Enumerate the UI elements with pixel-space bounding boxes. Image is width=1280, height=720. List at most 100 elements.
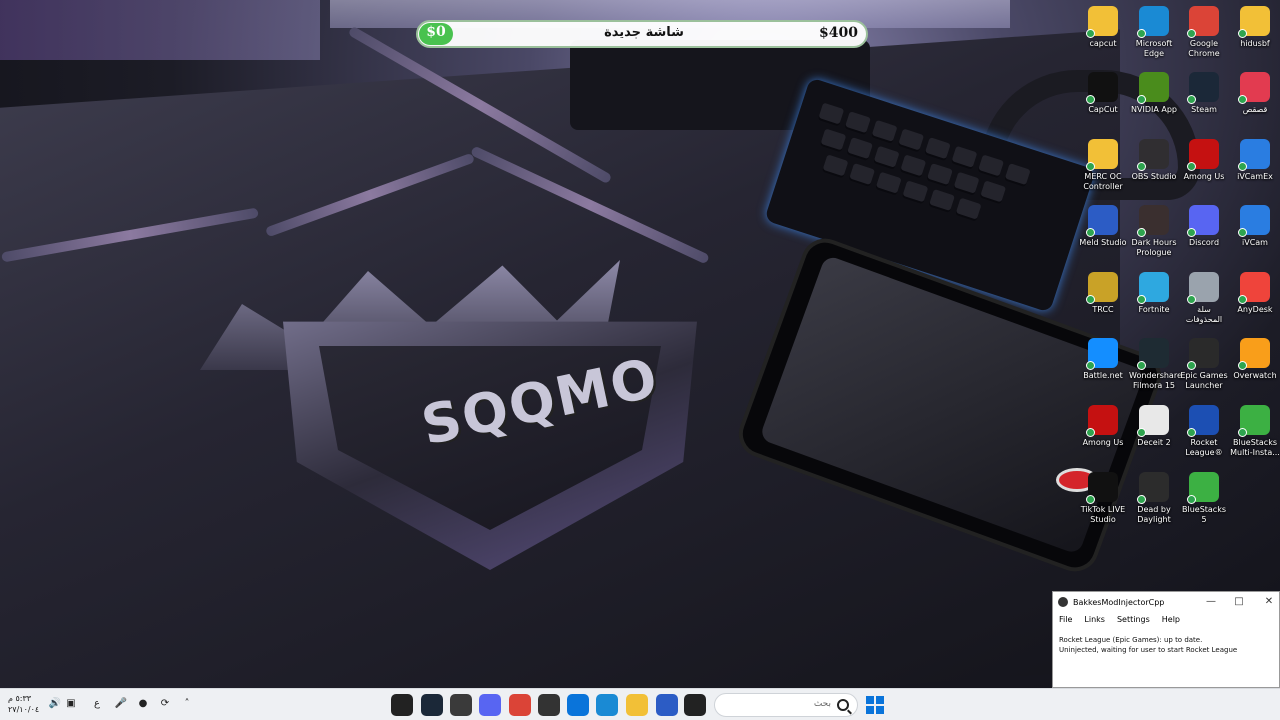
desktop-icon-dead-by-daylight[interactable]: Dead by Daylight — [1129, 466, 1179, 525]
taskbar-meld-icon[interactable] — [656, 694, 678, 716]
desktop-icon-capcut[interactable]: CapCut — [1078, 66, 1128, 115]
close-button[interactable]: ✕ — [1261, 595, 1277, 609]
sync-check-icon — [1137, 162, 1146, 171]
desktop-icon-among-us[interactable]: Among Us — [1078, 399, 1128, 448]
desktop-icon-tiktok[interactable]: TikTok LIVE Studio — [1078, 466, 1128, 525]
desktop-icon-label: CapCut — [1088, 105, 1118, 114]
desktop-icon-label: BlueStacks 5 — [1181, 505, 1227, 524]
discord-icon — [1187, 205, 1219, 237]
desktop-icon-dark-hours[interactable]: Dark Hours Prologue — [1129, 199, 1179, 258]
sync-check-icon — [1137, 428, 1146, 437]
desktop-icon-label: Dead by Daylight — [1137, 505, 1171, 524]
edge-icon — [1137, 6, 1169, 38]
desktop-icon-discord[interactable]: Discord — [1179, 199, 1229, 248]
taskbar-window-icon[interactable] — [684, 694, 706, 716]
taskbar-app-icon[interactable] — [450, 694, 472, 716]
recycle-bin-icon — [1187, 272, 1219, 304]
taskbar-search[interactable]: بحث — [714, 693, 858, 717]
desktop-icon-label: Google Chrome — [1188, 39, 1220, 58]
desktop-icon-fortnite[interactable]: Fortnite — [1129, 266, 1179, 315]
desktop-icon-steam[interactable]: Steam — [1179, 66, 1229, 115]
desktop-icon-epic-games[interactable]: Epic Games Launcher — [1179, 332, 1229, 391]
among-us-icon — [1086, 405, 1118, 437]
desktop-icon-bluestacks[interactable]: BlueStacks 5 — [1179, 466, 1229, 525]
volume-icon[interactable]: 🔊 — [48, 697, 62, 711]
obs-icon — [1137, 139, 1169, 171]
overwatch-icon — [1238, 338, 1270, 370]
microphone-icon[interactable]: 🎤 — [114, 697, 128, 711]
desktop-icon-label: TikTok LIVE Studio — [1080, 505, 1126, 524]
bluestacks-icon — [1187, 472, 1219, 504]
desktop-icon-recycle-bin[interactable]: سلة المحذوفات — [1179, 266, 1229, 325]
desktop-icon-label: BlueStacks Multi-Insta... — [1230, 438, 1280, 457]
start-button[interactable] — [866, 696, 884, 714]
desktop-icon-label: Dark Hours Prologue — [1131, 238, 1177, 257]
taskbar-chrome-icon[interactable] — [509, 694, 531, 716]
desktop-icon-among-us[interactable]: Among Us — [1179, 133, 1229, 182]
dead-by-daylight-icon — [1137, 472, 1169, 504]
desktop-icon-meld[interactable]: Meld Studio — [1078, 199, 1128, 248]
desktop-icon-obs[interactable]: OBS Studio — [1129, 133, 1179, 182]
wallpaper-monitor-left — [0, 0, 320, 60]
recording-title: شاشة جديدة — [604, 25, 684, 40]
desktop-icon-label: Deceit 2 — [1137, 438, 1171, 447]
chevron-up-icon[interactable]: ˄ — [180, 697, 194, 711]
window-body: Rocket League (Epic Games): up to date. … — [1053, 627, 1279, 663]
status-line-1: Rocket League (Epic Games): up to date. — [1059, 636, 1203, 644]
recording-bar[interactable]: $0 شاشة جديدة $400 — [416, 20, 868, 48]
bakkesmod-app-icon — [1058, 597, 1068, 607]
deceit-icon — [1137, 405, 1169, 437]
taskbar-discord-icon[interactable] — [479, 694, 501, 716]
menu-help[interactable]: Help — [1162, 615, 1180, 624]
anydesk-icon — [1238, 272, 1270, 304]
bakkesmod-window[interactable]: BakkesModInjectorCpp — □ ✕ File Links Se… — [1052, 591, 1280, 688]
app-icon — [1238, 72, 1270, 104]
taskbar-cube-icon[interactable] — [538, 694, 560, 716]
desktop-icon-deceit[interactable]: Deceit 2 — [1129, 399, 1179, 448]
sync-check-icon — [1137, 228, 1146, 237]
desktop-icon-label: قصقص — [1242, 105, 1268, 114]
battlenet-icon — [1086, 338, 1118, 370]
desktop-icon-label: MERC OC Controller — [1083, 172, 1123, 191]
desktop-icon-overwatch[interactable]: Overwatch — [1230, 332, 1280, 381]
desktop-icon-filmora[interactable]: Wondershare Filmora 15 — [1129, 332, 1182, 391]
sync-check-icon — [1187, 95, 1196, 104]
maximize-button[interactable]: □ — [1231, 595, 1247, 609]
desktop-icon-folder[interactable]: capcut — [1078, 0, 1128, 49]
menu-settings[interactable]: Settings — [1117, 615, 1150, 624]
minimize-button[interactable]: — — [1203, 595, 1219, 609]
desktop-icon-app[interactable]: قصقص — [1230, 66, 1280, 115]
desktop-icons: capcut Microsoft Edge Google Chrome hidusbf… — [1078, 0, 1280, 600]
taskbar-edge-icon[interactable] — [596, 694, 618, 716]
chrome-icon — [1187, 6, 1219, 38]
desktop-icon-battlenet[interactable]: Battle.net — [1078, 332, 1128, 381]
network-icon[interactable]: ▣ — [64, 697, 78, 711]
desktop-icon-folder[interactable]: hidusbf — [1230, 0, 1280, 49]
desktop-icon-nvidia[interactable]: NVIDIA App — [1129, 66, 1179, 115]
desktop-icon-anydesk[interactable]: AnyDesk — [1230, 266, 1280, 315]
steam-icon — [1187, 72, 1219, 104]
desktop-icon-folder[interactable]: MERC OC Controller — [1078, 133, 1128, 192]
tray-app-icon[interactable]: ● — [136, 697, 150, 711]
tiktok-icon — [1086, 472, 1118, 504]
desktop-icon-ivcam[interactable]: iVCamEx — [1230, 133, 1280, 182]
tray-sync-icon[interactable]: ⟳ — [158, 697, 172, 711]
sync-check-icon — [1238, 228, 1247, 237]
menu-links[interactable]: Links — [1084, 615, 1105, 624]
desktop-icon-rocket-league[interactable]: Rocket League® — [1179, 399, 1229, 458]
desktop-icon-trcc[interactable]: TRCC — [1078, 266, 1128, 315]
desktop-icon-edge[interactable]: Microsoft Edge — [1129, 0, 1179, 59]
clock[interactable]: ٥:٣٣ م ٢٧/١٠/٠٤ — [8, 693, 39, 715]
sync-check-icon — [1086, 495, 1095, 504]
status-line-2: Uninjected, waiting for user to start Ro… — [1059, 646, 1238, 654]
desktop-icon-bluestacks[interactable]: BlueStacks Multi-Insta... — [1230, 399, 1280, 458]
desktop-icon-chrome[interactable]: Google Chrome — [1179, 0, 1229, 59]
desktop-icon-ivcam[interactable]: iVCam — [1230, 199, 1280, 248]
menu-file[interactable]: File — [1059, 615, 1072, 624]
desktop-icon-label: AnyDesk — [1237, 305, 1273, 314]
taskbar-red-dot-app-icon[interactable] — [391, 694, 413, 716]
taskbar-file-explorer-icon[interactable] — [626, 694, 648, 716]
input-language[interactable]: ع — [90, 697, 104, 711]
taskbar-steam-icon[interactable] — [421, 694, 443, 716]
taskbar-store-icon[interactable] — [567, 694, 589, 716]
